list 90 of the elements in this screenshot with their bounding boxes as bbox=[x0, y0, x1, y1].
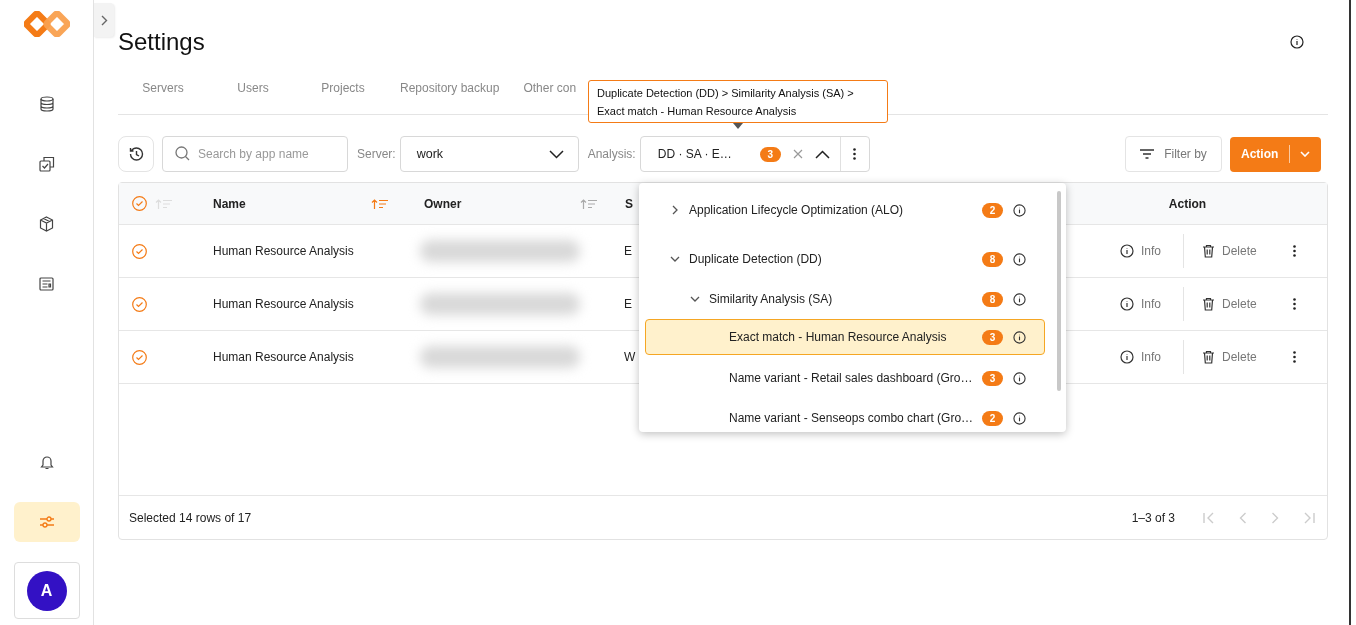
avatar[interactable]: A bbox=[26, 570, 67, 611]
kebab-icon bbox=[1293, 298, 1297, 310]
tree-item[interactable]: Application Lifecycle Optimization (ALO) 2 bbox=[645, 190, 1045, 230]
tab[interactable]: Other con bbox=[511, 64, 577, 114]
info-icon[interactable] bbox=[1013, 411, 1026, 425]
tree-item[interactable]: Name variant - Retail sales dashboard (Gro… 3 bbox=[645, 358, 1045, 398]
checkbox[interactable] bbox=[132, 243, 147, 259]
chevron-down-icon[interactable] bbox=[689, 296, 700, 302]
info-icon bbox=[1120, 297, 1134, 311]
count-badge: 8 bbox=[982, 251, 1003, 267]
info-icon[interactable] bbox=[1013, 292, 1026, 306]
info-button[interactable]: Info bbox=[1120, 236, 1161, 266]
count-badge: 2 bbox=[982, 202, 1003, 218]
search-icon bbox=[175, 146, 190, 161]
column-header: Action bbox=[1168, 196, 1207, 211]
chevron-up-icon[interactable] bbox=[814, 149, 830, 159]
table-cell: Human Resource Analysis bbox=[213, 297, 354, 311]
delete-button[interactable]: Delete bbox=[1202, 236, 1257, 266]
trash-icon bbox=[1202, 244, 1215, 258]
history-icon bbox=[128, 146, 144, 162]
delete-button[interactable]: Delete bbox=[1202, 289, 1257, 319]
tree-item[interactable]: Name variant - Senseops combo chart (Gro… 2 bbox=[645, 398, 1045, 432]
chevron-right-icon bbox=[100, 14, 108, 26]
page-title: Settings bbox=[118, 28, 205, 56]
tab[interactable]: Projects bbox=[298, 64, 388, 114]
column-header: S bbox=[625, 196, 633, 211]
trash-icon bbox=[1202, 297, 1215, 311]
kebab-icon bbox=[1293, 245, 1297, 257]
table-cell: Human Resource Analysis bbox=[213, 350, 354, 364]
info-button[interactable]: Info bbox=[1120, 289, 1161, 319]
count-badge: 3 bbox=[982, 370, 1003, 386]
info-icon[interactable] bbox=[1013, 330, 1026, 344]
chevron-down-icon bbox=[1300, 151, 1311, 157]
table-cell: Human Resource Analysis bbox=[213, 244, 354, 258]
chevron-down-icon[interactable] bbox=[669, 256, 680, 262]
tree-item[interactable]: Duplicate Detection (DD) 8 bbox=[645, 239, 1045, 279]
trash-icon bbox=[1202, 350, 1215, 364]
table-cell: E bbox=[624, 297, 632, 311]
checkbox[interactable] bbox=[132, 296, 147, 312]
tab[interactable]: Users bbox=[208, 64, 298, 114]
count-badge: 3 bbox=[759, 146, 781, 162]
action-button[interactable]: Action bbox=[1230, 136, 1321, 172]
checkbox[interactable] bbox=[132, 196, 147, 211]
info-icon[interactable] bbox=[1013, 371, 1026, 385]
user-card[interactable]: A bbox=[13, 562, 80, 619]
count-badge: 2 bbox=[982, 410, 1003, 426]
clear-icon[interactable] bbox=[792, 149, 803, 159]
column-header: Owner bbox=[424, 196, 462, 211]
kebab-icon bbox=[853, 148, 857, 160]
server-label: Server: bbox=[357, 147, 396, 161]
info-icon[interactable] bbox=[1290, 35, 1304, 49]
info-icon bbox=[1120, 244, 1134, 258]
table-cell: E bbox=[624, 244, 632, 258]
count-badge: 8 bbox=[982, 291, 1003, 307]
bell-icon bbox=[39, 454, 54, 470]
kebab-icon bbox=[1293, 351, 1297, 363]
tree-item[interactable]: Similarity Analysis (SA) 8 bbox=[645, 279, 1045, 319]
database-icon bbox=[39, 96, 54, 112]
box-icon bbox=[39, 216, 54, 232]
info-button[interactable]: Info bbox=[1120, 342, 1161, 372]
selection-summary: Selected 14 rows of 17 bbox=[129, 510, 252, 525]
info-icon[interactable] bbox=[1013, 252, 1026, 266]
server-select[interactable]: work bbox=[399, 136, 579, 172]
tooltip-arrow bbox=[733, 123, 743, 129]
delete-button[interactable]: Delete bbox=[1202, 342, 1257, 372]
tooltip: Duplicate Detection (DD) > Similarity Analysis (SA) > Exact match - Human Resource Analysis bbox=[588, 80, 888, 123]
scrollbar[interactable] bbox=[1057, 191, 1061, 391]
logo-icon bbox=[23, 11, 70, 37]
filter-icon bbox=[1140, 149, 1155, 159]
analysis-label: Analysis: bbox=[587, 147, 636, 161]
analysis-value: DD · SA · E… bbox=[657, 147, 733, 161]
tab[interactable]: Servers bbox=[118, 64, 208, 114]
search-field[interactable]: Search by app name bbox=[162, 136, 348, 172]
count-badge: 3 bbox=[982, 329, 1003, 345]
sort-icon[interactable] bbox=[371, 198, 389, 209]
info-icon bbox=[1120, 350, 1134, 364]
tab[interactable]: Repository backup bbox=[388, 64, 512, 114]
history-button[interactable] bbox=[118, 136, 154, 172]
checkbox[interactable] bbox=[132, 349, 147, 365]
checklist-icon bbox=[38, 156, 55, 172]
table-cell: W bbox=[624, 350, 636, 364]
sliders-icon bbox=[38, 516, 55, 528]
chevron-right-icon[interactable] bbox=[671, 205, 678, 215]
page-range: 1–3 of 3 bbox=[1131, 510, 1175, 525]
document-icon bbox=[39, 277, 54, 291]
info-icon[interactable] bbox=[1013, 203, 1026, 217]
chevron-down-icon bbox=[548, 149, 564, 159]
filter-button[interactable]: Filter by bbox=[1125, 136, 1222, 172]
tree-item[interactable]: Exact match - Human Resource Analysis 3 bbox=[645, 319, 1045, 355]
column-header: Name bbox=[213, 196, 246, 211]
